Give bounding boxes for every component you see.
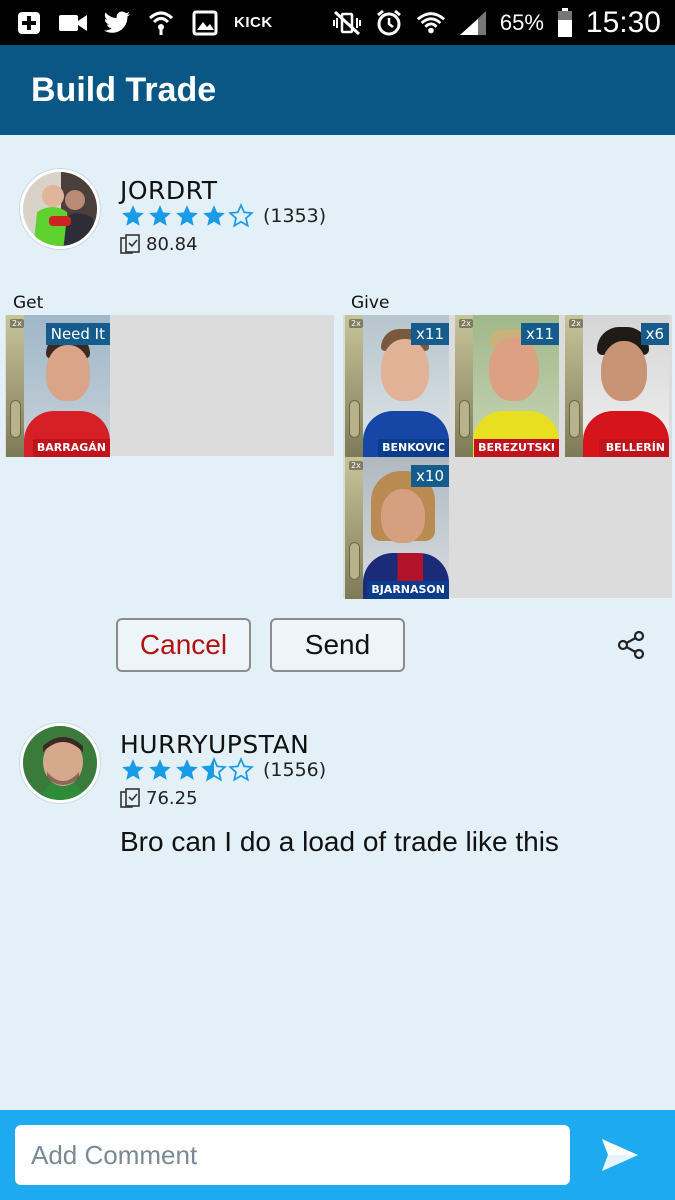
star-full-icon bbox=[203, 205, 225, 226]
comment-user-name[interactable]: HURRYUPSTAN bbox=[120, 730, 309, 759]
battery-icon bbox=[556, 7, 574, 38]
score-value: 76.25 bbox=[146, 787, 198, 809]
card-badge: x11 bbox=[411, 323, 449, 345]
get-label: Get bbox=[13, 293, 44, 313]
avatar[interactable] bbox=[20, 723, 100, 803]
vibrate-mute-icon bbox=[332, 8, 362, 38]
card-bjarnason[interactable]: 2x x10 BJARNASON bbox=[345, 457, 449, 599]
trade-user-rating: (1353) bbox=[120, 203, 326, 229]
star-full-icon bbox=[122, 205, 144, 226]
star-empty-icon bbox=[228, 203, 254, 228]
comment-bar bbox=[0, 1110, 675, 1200]
cell-signal-icon bbox=[458, 8, 488, 38]
star-full-icon bbox=[176, 759, 198, 780]
add-notification-icon bbox=[14, 8, 44, 38]
card-name: BELLERÍN bbox=[599, 439, 669, 457]
card-badge: x11 bbox=[521, 323, 559, 345]
app-bar: Build Trade bbox=[0, 45, 675, 135]
send-trade-button[interactable]: Send bbox=[270, 618, 405, 672]
clock: 15:30 bbox=[585, 5, 661, 39]
card-name: BEREZUTSKI bbox=[474, 439, 559, 457]
comment-user-rating: (1556) bbox=[120, 757, 326, 783]
star-full-icon bbox=[149, 205, 171, 226]
card-bellerin[interactable]: 2x x6 BELLERÍN bbox=[565, 315, 669, 457]
card-collection-icon bbox=[120, 788, 140, 808]
star-full-icon bbox=[149, 759, 171, 780]
twitter-icon bbox=[102, 8, 132, 38]
rating-count: (1353) bbox=[263, 205, 327, 227]
card-badge: x10 bbox=[411, 465, 449, 487]
avatar[interactable] bbox=[20, 169, 100, 249]
score-value: 80.84 bbox=[146, 233, 198, 255]
card-badge: x6 bbox=[640, 323, 669, 345]
page-title: Build Trade bbox=[31, 71, 217, 109]
cancel-button[interactable]: Cancel bbox=[116, 618, 251, 672]
add-comment-input[interactable] bbox=[15, 1125, 570, 1185]
battery-percent: 65% bbox=[499, 9, 544, 35]
trade-user-score: 80.84 bbox=[120, 233, 198, 255]
star-half-icon bbox=[201, 757, 227, 782]
card-benkovic[interactable]: 2x x11 BENKOVIC bbox=[345, 315, 449, 457]
star-full-icon bbox=[122, 759, 144, 780]
gallery-icon bbox=[190, 8, 220, 38]
card-name: BENKOVIC bbox=[378, 439, 449, 457]
trade-user-name[interactable]: JORDRT bbox=[120, 176, 218, 205]
star-empty-icon bbox=[228, 757, 254, 782]
share-icon[interactable] bbox=[616, 630, 646, 660]
give-label: Give bbox=[351, 293, 390, 313]
hotspot-icon bbox=[146, 8, 176, 38]
card-barragan[interactable]: 2x Need It BARRAGÁN bbox=[6, 315, 110, 457]
card-name: BARRAGÁN bbox=[32, 439, 110, 457]
comment-text: Bro can I do a load of trade like this bbox=[120, 826, 559, 857]
card-berezutski[interactable]: 2x x11 BEREZUTSKI bbox=[455, 315, 559, 457]
card-name: BJARNASON bbox=[367, 581, 449, 599]
topps-kick-icon: KICK bbox=[234, 14, 273, 31]
rating-count: (1556) bbox=[263, 759, 327, 781]
video-camera-icon bbox=[58, 8, 88, 38]
star-full-icon bbox=[176, 205, 198, 226]
card-collection-icon bbox=[120, 234, 140, 254]
wifi-icon bbox=[416, 8, 446, 38]
card-badge: Need It bbox=[45, 323, 110, 345]
status-bar: KICK 65% 15:30 bbox=[0, 0, 675, 45]
comment-user-score: 76.25 bbox=[120, 787, 198, 809]
alarm-icon bbox=[374, 8, 404, 38]
send-icon[interactable] bbox=[600, 1137, 640, 1173]
